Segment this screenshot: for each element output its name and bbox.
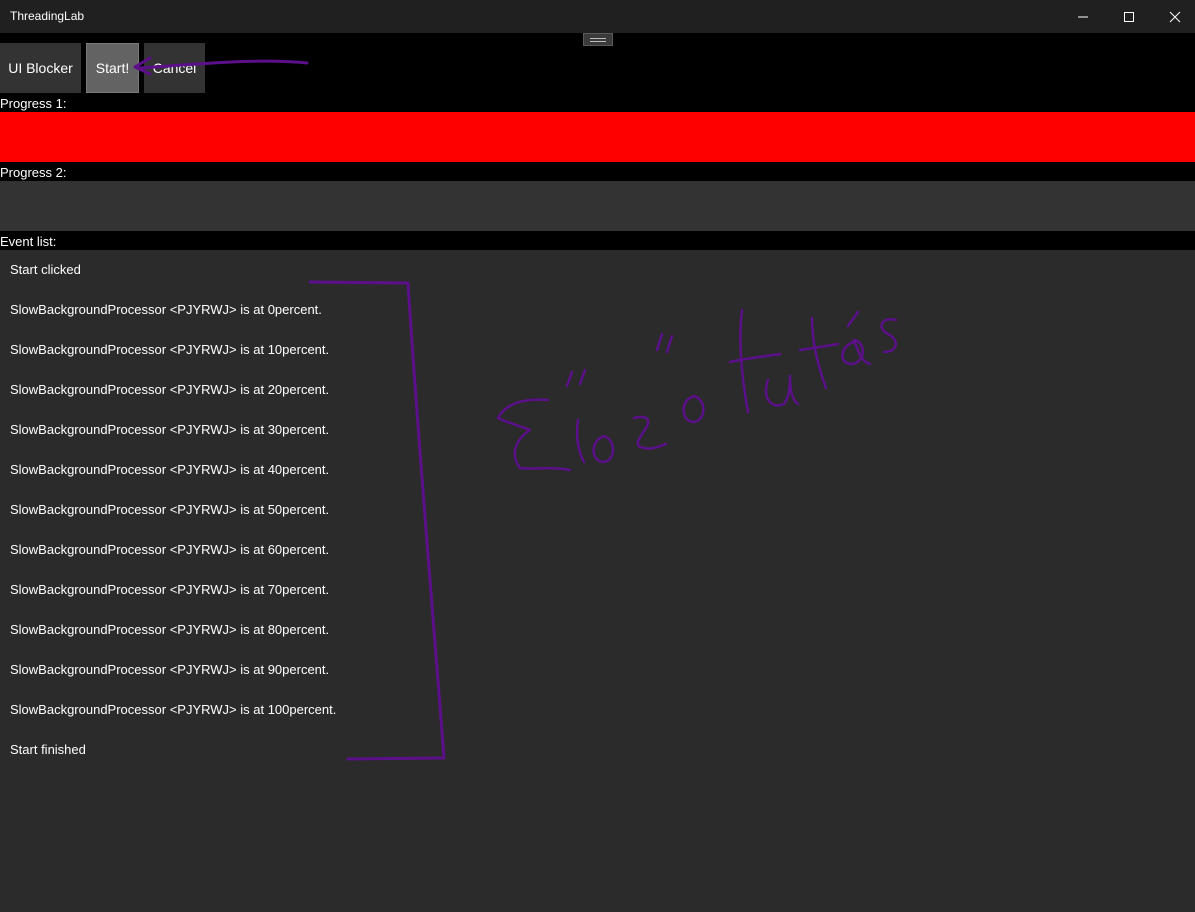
list-item[interactable]: Start clicked [10,262,81,277]
progress-bar-1-fill [0,112,1195,162]
progress-bar-1 [0,112,1195,162]
list-item[interactable]: SlowBackgroundProcessor <PJYRWJ> is at 4… [10,462,329,477]
close-button[interactable] [1152,0,1195,33]
maximize-button[interactable] [1106,0,1152,33]
drag-handle[interactable] [583,33,613,46]
list-item[interactable]: SlowBackgroundProcessor <PJYRWJ> is at 1… [10,342,329,357]
list-item[interactable]: SlowBackgroundProcessor <PJYRWJ> is at 8… [10,622,329,637]
list-item[interactable]: SlowBackgroundProcessor <PJYRWJ> is at 1… [10,702,336,717]
event-list[interactable]: Start clicked SlowBackgroundProcessor <P… [0,250,1195,912]
minimize-icon [1078,16,1088,18]
progress1-label: Progress 1: [0,96,67,111]
list-item[interactable]: SlowBackgroundProcessor <PJYRWJ> is at 3… [10,422,329,437]
maximize-icon [1124,12,1134,22]
list-item[interactable]: SlowBackgroundProcessor <PJYRWJ> is at 5… [10,502,329,517]
close-icon [1169,11,1181,23]
ui-blocker-button[interactable]: UI Blocker [0,43,81,93]
progress-bar-2 [0,181,1195,231]
list-item[interactable]: SlowBackgroundProcessor <PJYRWJ> is at 2… [10,382,329,397]
start-button[interactable]: Start! [86,43,139,93]
window-title: ThreadingLab [10,9,85,23]
cancel-button[interactable]: Cancel [144,43,205,93]
list-item[interactable]: SlowBackgroundProcessor <PJYRWJ> is at 6… [10,542,329,557]
minimize-button[interactable] [1060,0,1106,33]
list-item[interactable]: Start finished [10,742,86,757]
list-item[interactable]: SlowBackgroundProcessor <PJYRWJ> is at 7… [10,582,329,597]
progress2-label: Progress 2: [0,165,67,180]
event-list-label: Event list: [0,234,57,249]
title-bar: ThreadingLab [0,0,1195,33]
list-item[interactable]: SlowBackgroundProcessor <PJYRWJ> is at 0… [10,302,322,317]
list-item[interactable]: SlowBackgroundProcessor <PJYRWJ> is at 9… [10,662,329,677]
